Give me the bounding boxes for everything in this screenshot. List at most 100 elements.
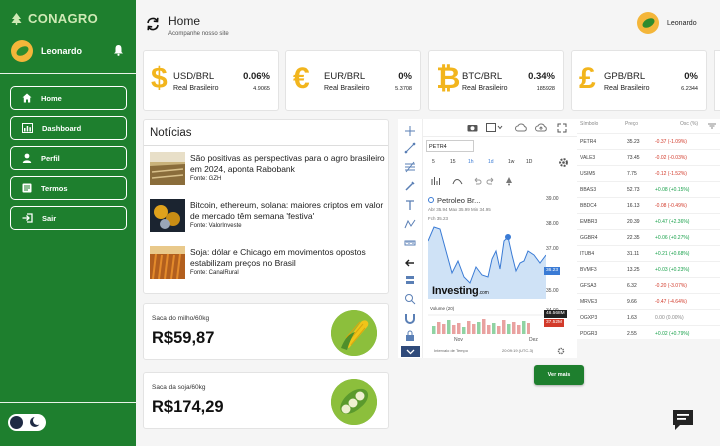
y-tick: 35.00 <box>546 288 559 294</box>
news-item[interactable]: Soja: dólar e Chicago em movimentos opos… <box>150 246 388 281</box>
cloud-icon[interactable] <box>515 123 527 132</box>
news-item[interactable]: Bitcoin, ethereum, solana: maiores cript… <box>150 199 388 234</box>
price-cell: 20.39 <box>627 219 640 225</box>
news-thumbnail <box>150 152 185 185</box>
arrow-left-icon[interactable] <box>404 257 416 269</box>
time-range-label[interactable]: Intervalo de Tempo <box>434 348 468 353</box>
settings-icon[interactable] <box>558 157 569 168</box>
currency-card-eur[interactable]: € EUR/BRL Real Brasileiro 0% 5.3708 <box>285 50 421 111</box>
price-cell: 2.55 <box>627 331 637 337</box>
sidebar-item-label: Sair <box>42 213 57 223</box>
brand-logo[interactable]: CONAGRO <box>10 11 98 26</box>
soybean-icon <box>331 379 377 425</box>
stock-table: Símbolo Preço Osc (%) PETR4 35.23 -0.37 (-… <box>577 119 720 339</box>
timeframe-button[interactable]: 1d <box>488 159 494 165</box>
price-cell: 52.73 <box>627 187 640 193</box>
bar-chart-icon[interactable] <box>430 176 441 186</box>
see-more-button[interactable]: Ver mais <box>534 365 584 385</box>
table-row[interactable]: GGBR4 22.35 +0.06 (+0.27%) <box>577 229 720 245</box>
theme-toggle[interactable] <box>8 414 46 431</box>
sidebar-item-label: Perfil <box>41 153 60 163</box>
dollar-icon: $ <box>151 62 168 95</box>
camera-icon[interactable] <box>467 123 478 132</box>
trendline-icon[interactable] <box>404 142 416 154</box>
pattern-icon[interactable] <box>404 218 416 230</box>
crosshair-icon[interactable] <box>404 125 416 137</box>
symbol-cell: BBDC4 <box>580 203 597 209</box>
magnet-icon[interactable] <box>404 312 416 324</box>
timeframe-button[interactable]: 5 <box>432 159 435 165</box>
ticker-input[interactable]: PETR4 <box>426 140 474 152</box>
news-divider <box>144 145 388 146</box>
timeframe-button[interactable]: 1D <box>526 159 532 165</box>
currency-card-btc[interactable]: ₿ BTC/BRL Real Brasileiro 0.34% 185928 <box>428 50 564 111</box>
volume-bar <box>522 321 526 334</box>
undo-icon[interactable] <box>472 176 482 186</box>
header-user[interactable]: Leonardo <box>637 12 697 34</box>
page-title: Home <box>168 14 201 28</box>
text-icon[interactable] <box>404 199 416 211</box>
fib-icon[interactable] <box>404 161 416 173</box>
refresh-icon[interactable] <box>146 17 160 31</box>
brush-icon[interactable] <box>404 180 416 192</box>
table-row[interactable]: ITUB4 31.11 +0.21 (+0.68%) <box>577 245 720 261</box>
fullscreen-icon[interactable] <box>557 123 567 133</box>
table-row[interactable]: EMBR3 20.39 +0.47 (+2.36%) <box>577 213 720 229</box>
layout-icon[interactable] <box>486 123 504 132</box>
currency-value: 185928 <box>536 86 555 92</box>
bell-icon[interactable] <box>113 44 124 56</box>
table-row[interactable]: BVMF3 13.25 +0.03 (+0.23%) <box>577 261 720 277</box>
gear-icon[interactable] <box>557 347 565 355</box>
chart-toolbar-left <box>398 119 423 358</box>
timeframe-button[interactable]: 1h <box>468 159 474 165</box>
table-row[interactable]: BBDC4 16.13 -0.08 (-0.49%) <box>577 197 720 213</box>
chat-icon[interactable] <box>670 407 696 433</box>
table-row[interactable]: PETR4 35.23 -0.37 (-1.09%) <box>577 133 720 149</box>
price-cell: 31.11 <box>627 251 640 257</box>
volume-bar <box>502 320 506 334</box>
table-row[interactable]: VALE3 73.45 -0.02 (-0.03%) <box>577 149 720 165</box>
table-row[interactable]: USIM5 7.75 -0.12 (-1.52%) <box>577 165 720 181</box>
table-row[interactable]: PDGR3 2.55 +0.02 (+0.79%) <box>577 325 720 341</box>
corn-icon <box>331 310 377 356</box>
stack-icon[interactable] <box>404 274 416 286</box>
sort-icon[interactable] <box>707 123 717 129</box>
sidebar-item-home[interactable]: Home <box>10 86 127 110</box>
currency-pair: GPB/BRL <box>604 71 646 82</box>
change-cell: -0.02 (-0.03%) <box>655 155 687 161</box>
currency-card-gbp[interactable]: £ GPB/BRL Real Brasileiro 0% 6.2344 <box>571 50 707 111</box>
timeframe-button[interactable]: 1w <box>508 159 514 165</box>
volume-bar <box>512 322 516 334</box>
lock-icon[interactable] <box>404 330 416 342</box>
sidebar-item-dashboard[interactable]: Dashboard <box>10 116 127 140</box>
table-row[interactable]: OGXP3 1.63 0.00 (0.00%) <box>577 309 720 325</box>
news-item[interactable]: São positivas as perspectivas para o agr… <box>150 152 388 187</box>
timeframe-button[interactable]: 15 <box>450 159 456 165</box>
news-title: Notícias <box>150 127 192 139</box>
avatar <box>11 40 33 62</box>
volume-bar <box>507 324 511 334</box>
sidebar-item-perfil[interactable]: Perfil <box>10 146 127 170</box>
zoom-icon[interactable] <box>404 293 416 305</box>
app: CONAGRO Leonardo Home Dashboard Perfil T… <box>0 0 720 446</box>
measure-icon[interactable] <box>404 237 416 249</box>
sidebar-item-termos[interactable]: Termos <box>10 176 127 200</box>
currency-card-usd[interactable]: $ USD/BRL Real Brasileiro 0.06% 4.9065 <box>143 50 279 111</box>
avatar <box>637 12 659 34</box>
chevron-down-icon[interactable] <box>401 346 420 357</box>
alert-icon[interactable] <box>504 176 514 186</box>
ohlc-readout: Abr 35.94 Max 35.99 Min 34.95 <box>428 207 491 212</box>
chart-toolbar-top <box>423 119 577 137</box>
table-row[interactable]: BBAS3 52.73 +0.08 (+0.15%) <box>577 181 720 197</box>
currency-card-partial <box>714 50 720 111</box>
indicator-icon[interactable] <box>452 176 463 186</box>
sidebar-user[interactable]: Leonardo <box>11 40 82 62</box>
table-row[interactable]: GFSA3 6.32 -0.20 (-3.07%) <box>577 277 720 293</box>
column-header: Preço <box>625 121 639 127</box>
sidebar-item-sair[interactable]: Sair <box>10 206 127 230</box>
redo-icon[interactable] <box>486 176 496 186</box>
moon-icon <box>30 416 42 427</box>
change-cell: +0.47 (+2.36%) <box>655 219 690 225</box>
cloud-upload-icon[interactable] <box>535 123 547 132</box>
table-row[interactable]: MRVE3 9.66 -0.47 (-4.64%) <box>577 293 720 309</box>
